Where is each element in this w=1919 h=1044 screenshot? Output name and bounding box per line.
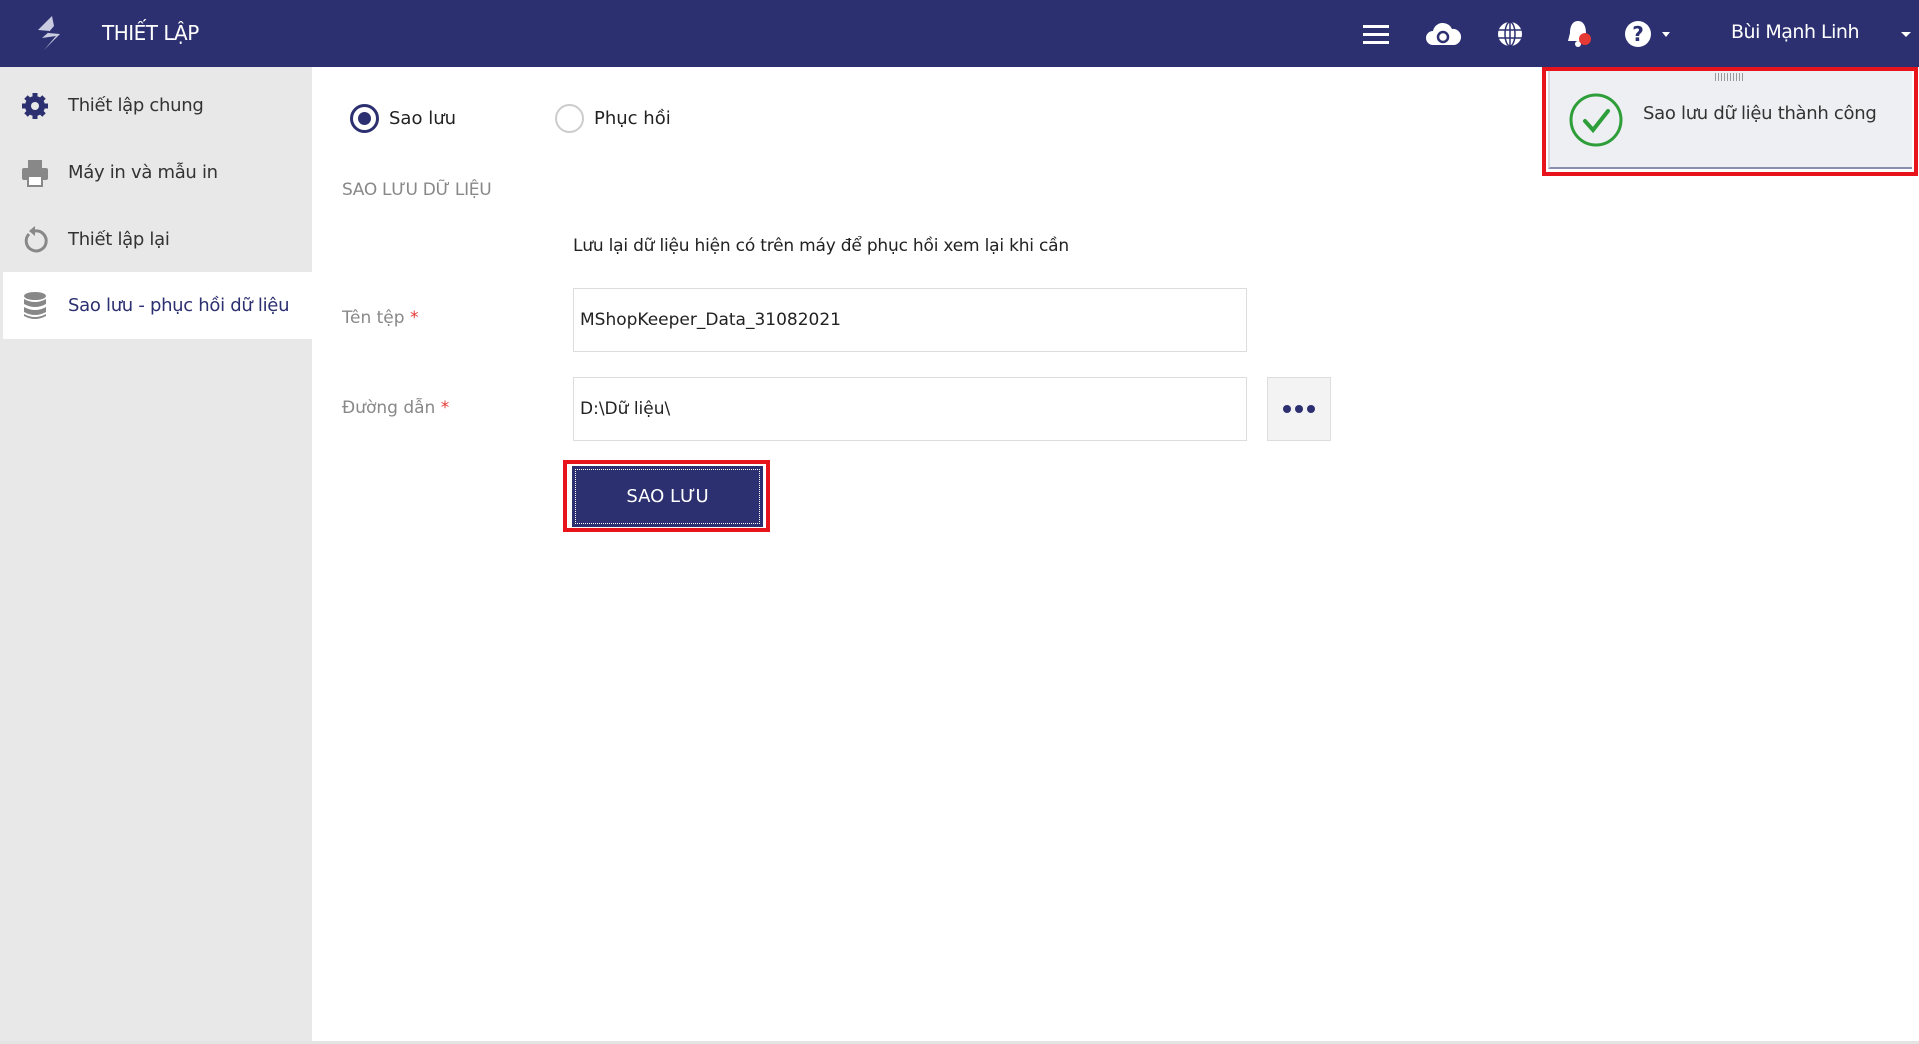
sidebar-item-label: Thiết lập chung: [68, 95, 204, 116]
cloud-sync-icon[interactable]: [1424, 18, 1462, 50]
menu-icon[interactable]: [1360, 18, 1392, 50]
label-text: Tên tệp: [342, 308, 405, 328]
user-menu-chevron-icon[interactable]: [1898, 18, 1916, 50]
main-content: Sao lưu Phục hồi SAO LƯU DỮ LIỆU Lưu lại…: [312, 67, 1919, 1044]
user-name[interactable]: Bùi Mạnh Linh: [1731, 21, 1860, 43]
sidebar-item-label: Thiết lập lại: [68, 229, 170, 250]
reset-icon: [24, 225, 48, 252]
radio-restore[interactable]: Phục hồi: [555, 104, 671, 133]
path-input[interactable]: [573, 377, 1247, 441]
bell-icon[interactable]: [1562, 18, 1594, 50]
radio-backup[interactable]: Sao lưu: [350, 104, 456, 133]
required-mark: *: [440, 398, 450, 418]
toast-notification: Sao lưu dữ liệu thành công: [1548, 71, 1912, 169]
radio-unchecked-icon: [555, 104, 584, 133]
section-title: SAO LƯU DỮ LIỆU: [342, 180, 492, 200]
help-icon[interactable]: ?: [1622, 18, 1678, 50]
label-text: Đường dẫn: [342, 398, 436, 418]
description: Lưu lại dữ liệu hiện có trên máy để phục…: [573, 236, 1069, 256]
radio-label: Sao lưu: [389, 108, 457, 129]
browse-button[interactable]: [1267, 377, 1331, 441]
sidebar: Thiết lập chung Máy in và mẫu in Thiết l…: [0, 67, 312, 1044]
backup-button[interactable]: SAO LƯU: [572, 466, 763, 527]
globe-icon[interactable]: [1494, 18, 1526, 50]
sidebar-item-general-settings[interactable]: Thiết lập chung: [0, 72, 312, 139]
ellipsis-dot: [1307, 405, 1315, 413]
required-mark: *: [409, 308, 419, 328]
check-circle-icon: [1569, 93, 1623, 147]
sidebar-item-backup-restore[interactable]: Sao lưu - phục hồi dữ liệu: [3, 272, 312, 339]
database-icon: [24, 291, 46, 319]
radio-checked-icon: [350, 104, 379, 133]
sidebar-item-label: Máy in và mẫu in: [68, 162, 218, 183]
svg-text:?: ?: [1632, 22, 1644, 46]
printer-icon: [22, 159, 48, 187]
toast-message: Sao lưu dữ liệu thành công: [1643, 103, 1877, 124]
gear-icon: [22, 92, 48, 119]
ellipsis-icon: [1283, 405, 1291, 413]
sidebar-item-reset[interactable]: Thiết lập lại: [0, 206, 312, 273]
top-header: THIẾT LẬP ? Bùi Mạnh Linh: [0, 0, 1919, 67]
file-name-label: Tên tệp *: [342, 308, 418, 328]
radio-label: Phục hồi: [594, 108, 671, 129]
drag-handle[interactable]: [1715, 73, 1745, 81]
page-title: THIẾT LẬP: [102, 21, 199, 45]
sidebar-item-printers[interactable]: Máy in và mẫu in: [0, 139, 312, 206]
file-name-input[interactable]: [573, 288, 1247, 352]
sidebar-item-label: Sao lưu - phục hồi dữ liệu: [68, 295, 290, 316]
ellipsis-dot: [1295, 405, 1303, 413]
path-label: Đường dẫn *: [342, 398, 449, 418]
app-logo-icon: [38, 16, 60, 50]
